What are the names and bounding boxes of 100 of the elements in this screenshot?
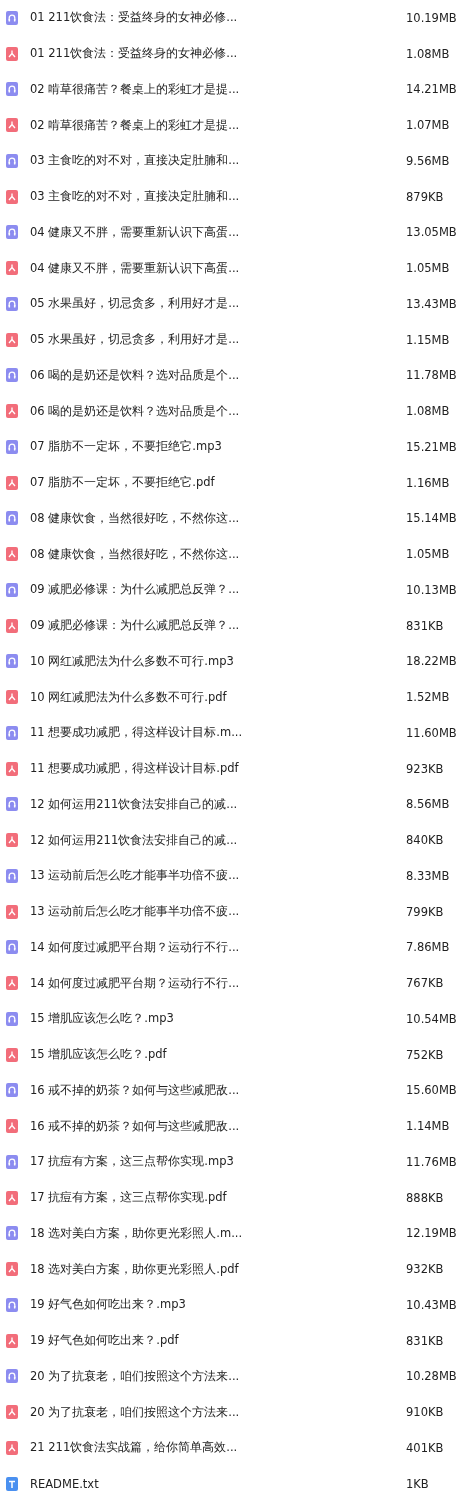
file-size: 752KB [406,1047,445,1062]
file-size: 12.19MB [406,1226,458,1241]
file-size: 923KB [406,761,445,776]
file-name[interactable]: 05 水果虽好，切忌贪多，利用好才是... [30,296,406,312]
file-name[interactable]: 01 211饮食法：受益终身的女神必修... [30,10,406,26]
file-name[interactable]: 21 211饮食法实战篇，给你简单高效... [30,1440,406,1456]
file-size: 1.05MB [406,261,451,276]
file-name[interactable]: 02 啃草很痛苦？餐桌上的彩虹才是提... [30,81,406,97]
file-size: 15.60MB [406,1083,458,1098]
file-name[interactable]: 10 网红减肥法为什么多数不可行.mp3 [30,653,406,669]
file-size: 1.08MB [406,46,451,61]
file-size: 401KB [406,1440,445,1455]
file-name[interactable]: 03 主食吃的对不对，直接决定肚腩和... [30,153,406,169]
file-name[interactable]: 19 好气色如何吃出来？.mp3 [30,1297,406,1313]
file-name[interactable]: 19 好气色如何吃出来？.pdf [30,1333,406,1349]
file-size: 11.60MB [406,725,458,740]
file-size: 10.19MB [406,10,458,25]
file-name[interactable]: 18 选对美白方案，助你更光彩照人.pdf [30,1261,406,1277]
file-name[interactable]: 05 水果虽好，切忌贪多，利用好才是... [30,332,406,348]
headphones-file-icon [6,1226,18,1241]
file-size: 1KB [406,1476,430,1491]
pdf-file-icon [6,761,18,776]
file-name[interactable]: 11 想要成功减肥，得这样设计目标.pdf [30,761,406,777]
file-name[interactable]: 12 如何运用211饮食法安排自己的减... [30,832,406,848]
headphones-file-icon [6,654,18,669]
file-name[interactable]: 02 啃草很痛苦？餐桌上的彩虹才是提... [30,117,406,133]
file-name[interactable]: 14 如何度过减肥平台期？运动行不行... [30,975,406,991]
pdf-file-icon [6,1119,18,1134]
file-size: 799KB [406,904,445,919]
file-size: 840KB [406,833,445,848]
file-size: 831KB [406,1333,445,1348]
file-name[interactable]: 08 健康饮食，当然很好吃，不然你这... [30,546,406,562]
file-name[interactable]: 16 戒不掉的奶茶？如何与这些减肥敌... [30,1082,406,1098]
file-size: 18.22MB [406,654,458,669]
file-size: 15.14MB [406,511,458,526]
file-name[interactable]: 11 想要成功减肥，得这样设计目标.m... [30,725,406,741]
headphones-file-icon [6,153,18,168]
file-name[interactable]: 09 减肥必修课：为什么减肥总反弹？... [30,582,406,598]
file-size: 13.05MB [406,225,458,240]
file-name[interactable]: 17 抗痘有方案，这三点帮你实现.mp3 [30,1154,406,1170]
file-name[interactable]: 13 运动前后怎么吃才能事半功倍不疲... [30,904,406,920]
file-name[interactable]: 07 脂肪不一定坏，不要拒绝它.pdf [30,475,406,491]
headphones-file-icon [6,1369,18,1384]
file-name[interactable]: README.txt [30,1476,406,1491]
pdf-file-icon [6,1333,18,1348]
headphones-file-icon [6,511,18,526]
file-size: 10.13MB [406,582,458,597]
file-size: 1.52MB [406,690,451,705]
file-size: 1.08MB [406,404,451,419]
file-name[interactable]: 18 选对美白方案，助你更光彩照人.m... [30,1225,406,1241]
file-size: 10.54MB [406,1011,458,1026]
file-size: 11.78MB [406,368,458,383]
file-size: 831KB [406,618,445,633]
file-name[interactable]: 01 211饮食法：受益终身的女神必修... [30,46,406,62]
file-name[interactable]: 03 主食吃的对不对，直接决定肚腩和... [30,189,406,205]
headphones-file-icon [6,1083,18,1098]
headphones-file-icon [6,868,18,883]
file-name[interactable]: 09 减肥必修课：为什么减肥总反弹？... [30,618,406,634]
file-name[interactable]: 16 戒不掉的奶茶？如何与这些减肥敌... [30,1118,406,1134]
file-name[interactable]: 08 健康饮食，当然很好吃，不然你这... [30,510,406,526]
file-name[interactable]: 04 健康又不胖，需要重新认识下高蛋... [30,224,406,240]
pdf-file-icon [6,976,18,991]
pdf-file-icon [6,833,18,848]
file-size: 1.15MB [406,332,451,347]
file-size: 1.14MB [406,1119,451,1134]
file-name[interactable]: 14 如何度过减肥平台期？运动行不行... [30,939,406,955]
pdf-file-icon [6,46,18,61]
file-name[interactable]: 17 抗痘有方案，这三点帮你实现.pdf [30,1190,406,1206]
file-size: 8.56MB [406,797,451,812]
headphones-file-icon [6,439,18,454]
text-file-icon [6,1476,18,1491]
file-size: 910KB [406,1405,445,1420]
file-name[interactable]: 20 为了抗衰老，咱们按照这个方法来... [30,1404,406,1420]
file-size: 879KB [406,189,445,204]
file-size: 10.28MB [406,1369,458,1384]
file-name[interactable]: 20 为了抗衰老，咱们按照这个方法来... [30,1368,406,1384]
file-name[interactable]: 10 网红减肥法为什么多数不可行.pdf [30,689,406,705]
file-size: 8.33MB [406,868,451,883]
pdf-file-icon [6,189,18,204]
file-name[interactable]: 12 如何运用211饮食法安排自己的减... [30,796,406,812]
file-size: 13.43MB [406,296,458,311]
file-size: 11.76MB [406,1154,458,1169]
file-size: 888KB [406,1190,445,1205]
file-name[interactable]: 07 脂肪不一定坏，不要拒绝它.mp3 [30,439,406,455]
pdf-file-icon [6,1405,18,1420]
pdf-file-icon [6,618,18,633]
pdf-file-icon [6,475,18,490]
file-name[interactable]: 13 运动前后怎么吃才能事半功倍不疲... [30,868,406,884]
file-name[interactable]: 15 增肌应该怎么吃？.pdf [30,1047,406,1063]
file-name[interactable]: 15 增肌应该怎么吃？.mp3 [30,1011,406,1027]
pdf-file-icon [6,118,18,133]
headphones-file-icon [6,1297,18,1312]
pdf-file-icon [6,1440,18,1455]
file-name[interactable]: 06 喝的是奶还是饮料？选对品质是个... [30,367,406,383]
file-name[interactable]: 06 喝的是奶还是饮料？选对品质是个... [30,403,406,419]
file-size: 9.56MB [406,153,451,168]
headphones-file-icon [6,1154,18,1169]
file-size: 1.07MB [406,118,451,133]
file-name[interactable]: 04 健康又不胖，需要重新认识下高蛋... [30,260,406,276]
file-size: 1.05MB [406,547,451,562]
